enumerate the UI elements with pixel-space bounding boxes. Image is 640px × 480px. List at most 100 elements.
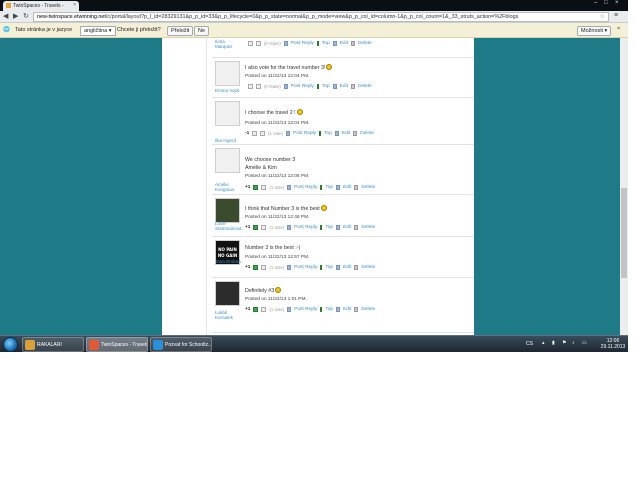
edit-icon	[336, 307, 341, 312]
maximize-icon[interactable]: □	[604, 0, 608, 6]
reload-icon[interactable]: ↻	[23, 12, 29, 20]
author-link[interactable]: Emma Vojtit	[215, 88, 243, 93]
translate-button[interactable]: Přeložit	[167, 26, 194, 36]
forward-icon[interactable]: ▶	[13, 12, 18, 20]
edit-link[interactable]: Edit	[342, 131, 350, 136]
thumbs-up-icon[interactable]	[253, 185, 259, 190]
delete-icon	[354, 307, 359, 312]
taskbar-item[interactable]: RAKALARI	[22, 337, 84, 352]
votes-label: (1 Vote)	[269, 307, 285, 312]
blog-comment: Ilona Marquez (0 Votes) Post Reply Top Edit D…	[212, 38, 474, 58]
thumbs-up-icon[interactable]	[253, 265, 259, 270]
edit-link[interactable]: Edit	[340, 41, 348, 46]
scrollbar-thumb[interactable]	[621, 188, 627, 278]
thumbs-up-icon[interactable]	[253, 307, 259, 312]
clock[interactable]: 12:06 29.11.2013	[600, 338, 626, 350]
smiley-icon	[320, 205, 327, 211]
language-indicator[interactable]: CS	[526, 341, 533, 347]
thumbs-down-icon[interactable]	[261, 265, 267, 270]
taskbar-item-label: TwinSpaces - Travels...	[101, 342, 148, 348]
comment-actions: (0 Votes) Post Reply Top Edit Delete	[245, 41, 375, 47]
top-link[interactable]: Top	[325, 225, 333, 230]
back-icon[interactable]: ◀	[3, 12, 8, 20]
scrollbar[interactable]	[620, 38, 628, 335]
delete-link[interactable]: Delete	[361, 225, 375, 230]
close-translate-icon[interactable]: ×	[617, 26, 620, 32]
tab-close-icon[interactable]: ×	[73, 2, 76, 8]
avatar[interactable]	[215, 61, 240, 86]
volume-icon[interactable]: ♪	[572, 340, 575, 346]
edit-icon	[336, 225, 341, 230]
top-link[interactable]: Top	[325, 265, 333, 270]
top-link[interactable]: Top	[325, 185, 333, 190]
taskbar-item[interactable]: Pozvat for Schooltz...	[150, 337, 212, 352]
delete-link[interactable]: Delete	[358, 41, 372, 46]
post-reply-link[interactable]: Post Reply	[291, 84, 314, 89]
edit-link[interactable]: Edit	[343, 307, 351, 312]
delete-link[interactable]: Delete	[358, 84, 372, 89]
thumbs-down-icon[interactable]	[256, 41, 261, 46]
blog-comment: Lucie Stammanová I think that Number 3 is…	[212, 195, 474, 237]
avatar[interactable]	[215, 101, 240, 126]
post-reply-link[interactable]: Post Reply	[294, 307, 317, 312]
menu-icon[interactable]: ≡	[614, 12, 618, 19]
comment-message: I also vote for the travel number 3!	[245, 65, 326, 71]
post-reply-link[interactable]: Post Reply	[294, 185, 317, 190]
comment-actions: +1 (1 Vote) Post Reply Top Edit Delete	[245, 185, 378, 191]
delete-link[interactable]: Delete	[361, 307, 375, 312]
edit-link[interactable]: Edit	[343, 185, 351, 190]
no-button[interactable]: Ne	[194, 26, 210, 36]
edit-link[interactable]: Edit	[343, 265, 351, 270]
author-link[interactable]: Ilka Ingerd	[215, 138, 243, 143]
author-link[interactable]: Jana Drobná	[215, 259, 243, 264]
author-link[interactable]: Amélie Kongraus	[215, 182, 243, 192]
language-select[interactable]: angličtina ▾	[80, 26, 116, 36]
delete-link[interactable]: Delete	[361, 265, 375, 270]
thumbs-up-icon[interactable]	[248, 41, 253, 46]
thumbs-up-icon[interactable]	[253, 225, 259, 230]
taskbar-item[interactable]: TwinSpaces - Travels...	[86, 337, 148, 352]
bookmark-star-icon[interactable]: ☆	[600, 13, 605, 20]
start-button[interactable]	[3, 337, 18, 352]
minimize-icon[interactable]: –	[594, 0, 597, 6]
post-reply-link[interactable]: Post Reply	[294, 265, 317, 270]
delete-link[interactable]: Delete	[361, 185, 375, 190]
thumbs-down-icon[interactable]	[261, 225, 267, 230]
avatar[interactable]	[215, 281, 240, 306]
thumbs-down-icon[interactable]	[261, 307, 267, 312]
top-link[interactable]: Top	[324, 131, 332, 136]
edit-link[interactable]: Edit	[343, 225, 351, 230]
post-reply-link[interactable]: Post Reply	[293, 131, 316, 136]
author-link[interactable]: Lukáš Kornatek	[215, 310, 243, 320]
top-link[interactable]: Top	[322, 84, 330, 89]
tray-up-icon[interactable]: ▴	[542, 340, 545, 346]
thumbs-up-icon[interactable]	[248, 84, 253, 89]
post-reply-link[interactable]: Post Reply	[294, 225, 317, 230]
edit-link[interactable]: Edit	[340, 84, 348, 89]
close-window-icon[interactable]: ×	[615, 0, 619, 6]
thumbs-down-icon[interactable]	[261, 185, 267, 190]
delete-link[interactable]: Delete	[360, 131, 374, 136]
thumbs-down-icon[interactable]	[260, 131, 266, 136]
battery-icon[interactable]: ▭	[582, 340, 587, 346]
avatar[interactable]	[215, 198, 240, 223]
edit-icon	[332, 84, 337, 89]
top-link[interactable]: Top	[322, 41, 330, 46]
top-link[interactable]: Top	[325, 307, 333, 312]
avatar[interactable]	[215, 148, 240, 173]
post-reply-link[interactable]: Post Reply	[291, 41, 314, 46]
flag-icon[interactable]: ⚑	[562, 340, 566, 346]
browser-tab[interactable]: TwinSpaces - Travels - ×	[3, 1, 79, 11]
thumbs-up-icon[interactable]	[252, 131, 258, 136]
author-link[interactable]: Ilona Marquez	[215, 39, 243, 49]
reply-icon	[287, 225, 292, 230]
thumbs-down-icon[interactable]	[256, 84, 261, 89]
options-button[interactable]: Možnosti ▾	[577, 26, 612, 36]
author-link[interactable]: Lucie Stammanová	[215, 221, 243, 231]
address-bar[interactable]: new-twinspace.etwinning.net/c/portal/lay…	[33, 12, 609, 22]
network-icon[interactable]: ▮	[552, 340, 555, 346]
edit-icon	[332, 41, 337, 46]
comment-text: Definitely #3	[245, 287, 282, 294]
comment-text: I choose the travel 2 !	[245, 109, 303, 116]
comment-actions: +1 (1 Vote) Post Reply Top Edit Delete	[245, 225, 378, 231]
